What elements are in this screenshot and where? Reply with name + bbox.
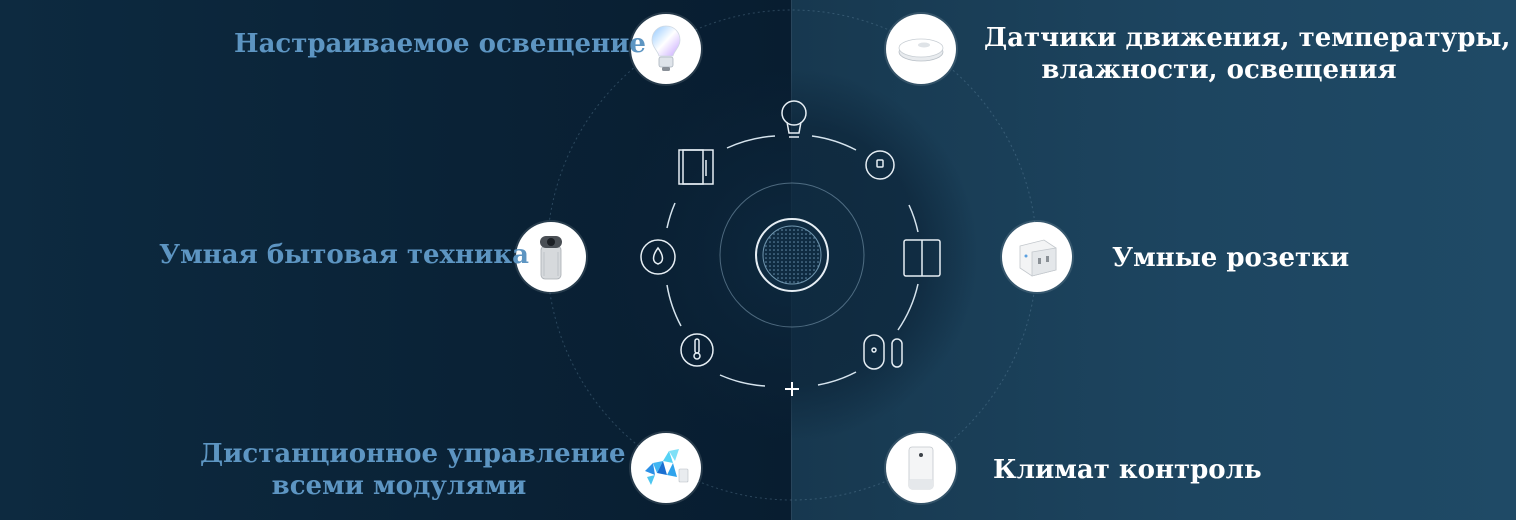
air-purifier-icon <box>908 446 934 490</box>
robot-vacuum-icon <box>898 38 944 62</box>
hub-device <box>755 218 829 292</box>
feature-sensors-line2: влажности, освещения <box>1041 55 1397 85</box>
feature-remote-line1: Дистанционное управление <box>200 439 626 469</box>
feature-remote-label: Дистанционное управление всеми модулями <box>200 438 626 502</box>
feature-remote-line2: всеми модулями <box>271 471 527 501</box>
smart-camera-icon <box>540 236 562 280</box>
feature-appliances-label: Умная бытовая техника <box>159 240 529 270</box>
smart-socket-disc <box>1002 222 1072 292</box>
smart-bulb-icon <box>651 25 681 71</box>
feature-lighting-label: Настраиваемое освещение <box>234 29 646 59</box>
smart-socket-icon <box>1019 239 1057 277</box>
feature-sockets-label: Умные розетки <box>1112 243 1350 273</box>
robot-vacuum-disc <box>886 14 956 84</box>
led-panels-disc <box>631 433 701 503</box>
feature-sensors-line1: Датчики движения, температуры, <box>984 23 1511 53</box>
led-panels-icon <box>645 449 689 485</box>
air-purifier-disc <box>886 433 956 503</box>
feature-climate-label: Климат контроль <box>993 455 1262 485</box>
feature-sensors-label: Датчики движения, температуры, влажности… <box>984 22 1511 86</box>
